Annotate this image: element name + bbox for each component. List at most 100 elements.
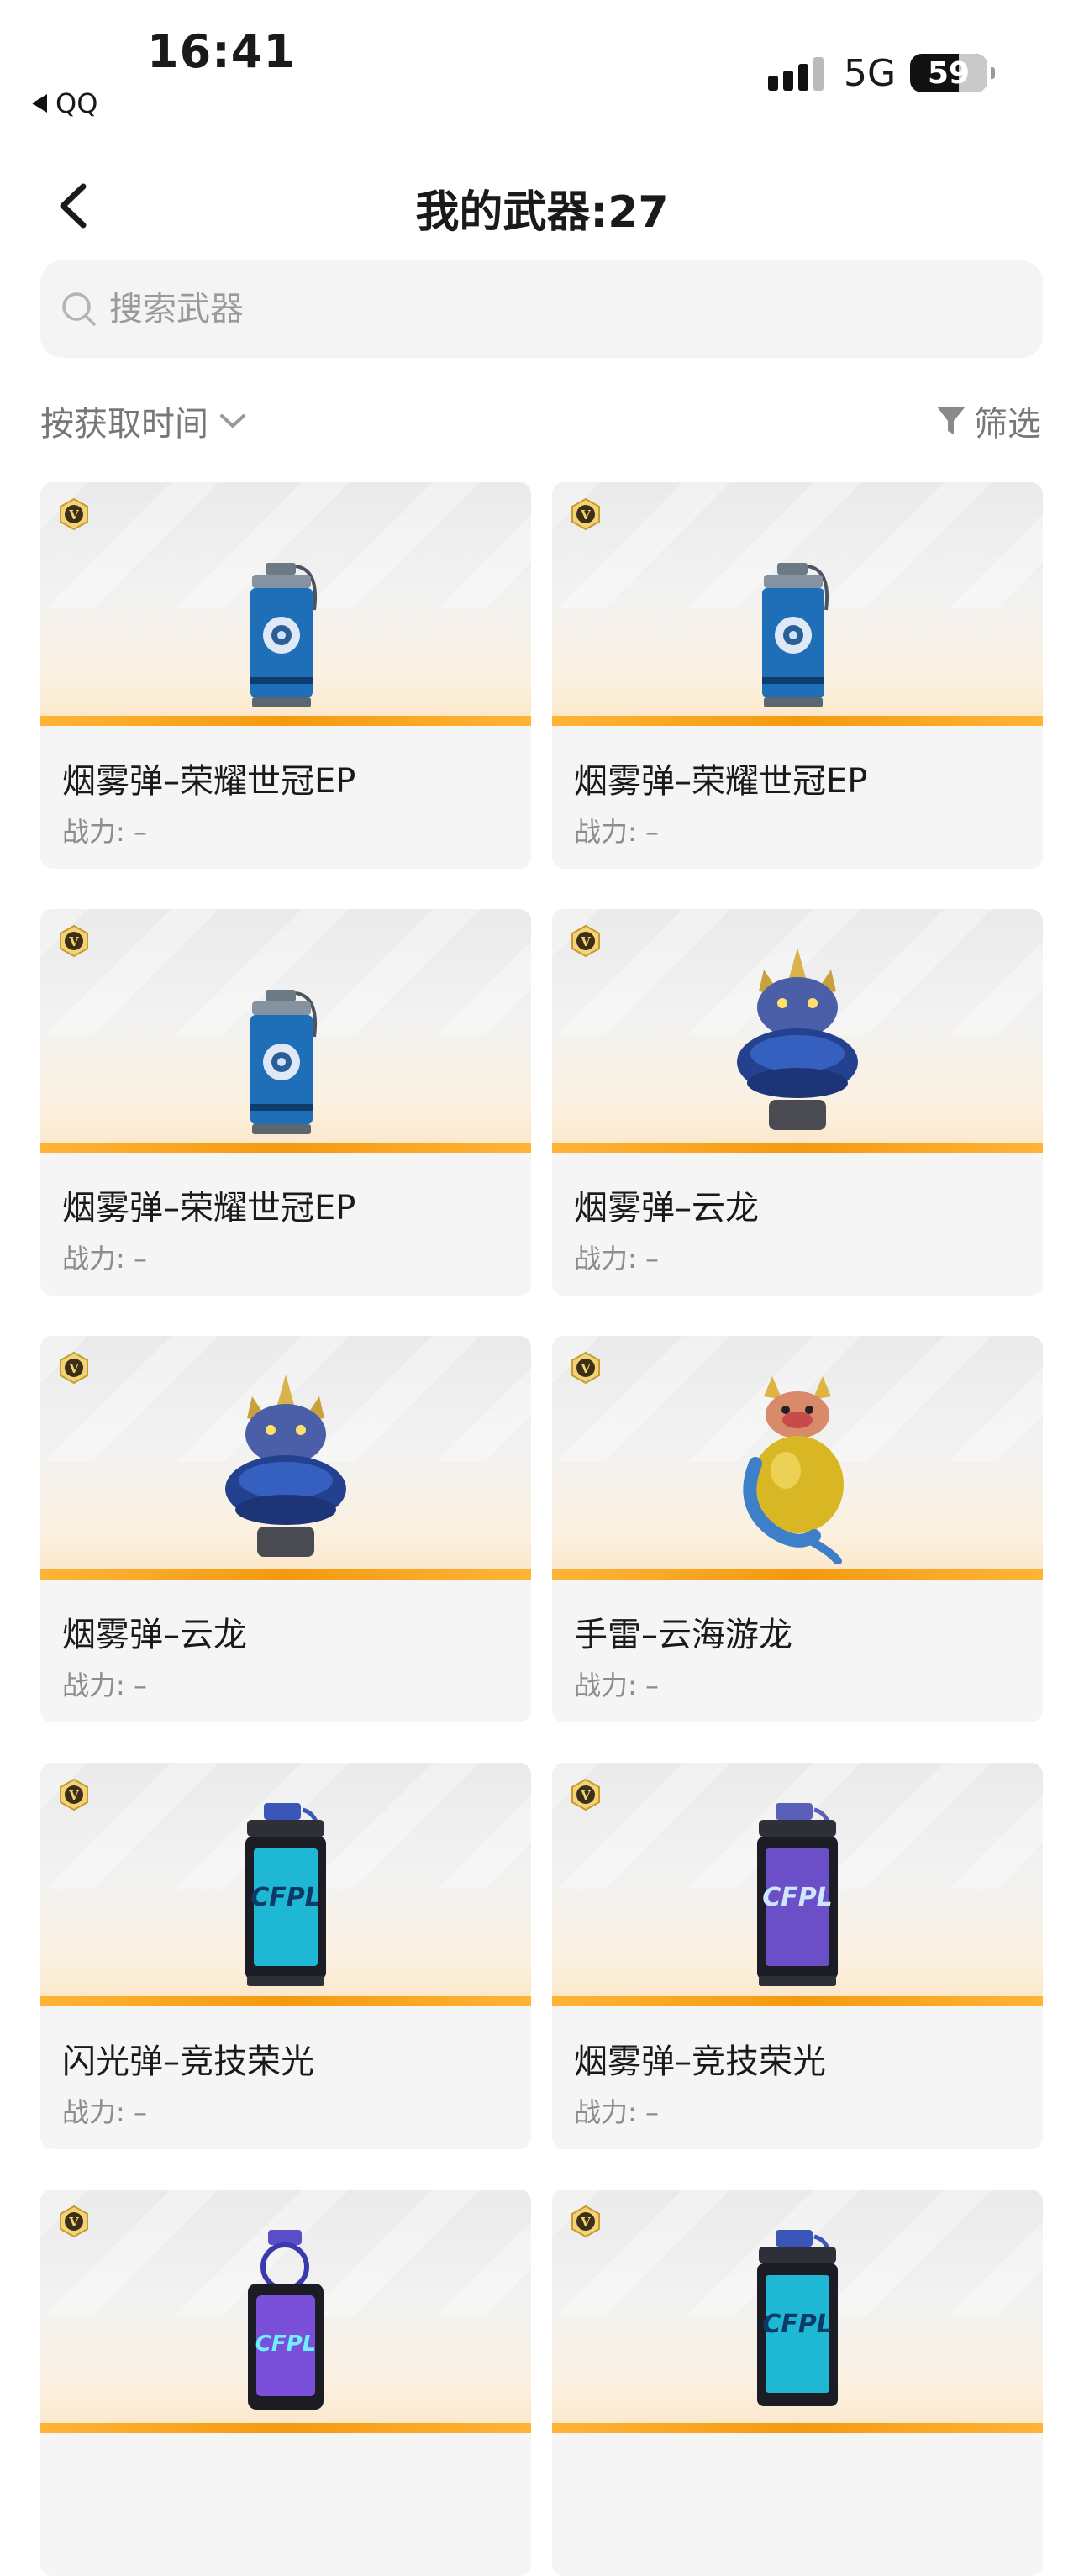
weapon-name: 烟雾弹–荣耀世冠EP xyxy=(62,762,356,801)
weapon-name: 闪光弹–竞技荣光 xyxy=(62,2042,314,2081)
weapon-card[interactable]: V 烟雾弹–荣耀世冠EP 战力: – xyxy=(40,482,531,869)
smoke-grenade-icon: CFPL xyxy=(757,2230,838,2406)
weapon-image-area: V xyxy=(40,1336,531,1580)
smoke-grenade-icon xyxy=(250,990,317,1134)
grenade-icon: CFPL xyxy=(248,2230,324,2410)
vip-badge-icon: V xyxy=(571,497,600,531)
weapon-name: 烟雾弹–荣耀世冠EP xyxy=(62,1189,356,1228)
weapon-power: 战力: – xyxy=(62,1243,147,1275)
weapon-card[interactable]: V 烟雾弹–云龙 战力: – xyxy=(40,1336,531,1722)
weapon-image-area: V CFPL xyxy=(40,2190,531,2433)
rarity-bar xyxy=(552,1996,1043,2006)
rarity-bar xyxy=(552,1569,1043,1580)
svg-text:V: V xyxy=(580,1361,591,1376)
filter-button[interactable]: 筛选 xyxy=(935,397,1041,445)
svg-text:V: V xyxy=(580,934,591,949)
smoke-grenade-icon: CFPL xyxy=(757,1803,838,1986)
back-app-label: QQ xyxy=(55,87,98,119)
network-label: 5G xyxy=(844,52,897,95)
weapon-name: 烟雾弹–云龙 xyxy=(62,1616,247,1654)
svg-text:V: V xyxy=(68,1788,79,1803)
filter-label: 筛选 xyxy=(974,405,1041,444)
back-to-app-link[interactable]: QQ xyxy=(32,87,97,119)
smoke-grenade-icon xyxy=(250,563,317,707)
search-icon xyxy=(62,292,96,326)
rarity-bar xyxy=(40,1569,531,1580)
vip-badge-icon: V xyxy=(571,1778,600,1811)
weapon-image-area: V xyxy=(40,482,531,726)
search-input[interactable] xyxy=(109,290,866,329)
smoke-grenade-icon xyxy=(762,563,829,707)
filter-icon xyxy=(937,407,966,434)
weapon-power: 战力: – xyxy=(574,816,659,848)
vip-badge-icon: V xyxy=(60,1351,88,1385)
rarity-bar xyxy=(40,1996,531,2006)
svg-text:V: V xyxy=(68,2215,79,2230)
vip-badge-icon: V xyxy=(60,924,88,958)
battery-percent: 59 xyxy=(927,55,971,91)
back-triangle-icon xyxy=(32,94,47,113)
rarity-bar xyxy=(552,2423,1043,2433)
weapon-card[interactable]: V CFPL 烟雾弹–竞技荣光 战力: – xyxy=(552,1763,1043,2149)
weapon-grid: V 烟雾弹–荣耀世冠EP 战力: – V 烟雾弹–荣耀世冠EP 战力: – V … xyxy=(40,482,1043,2576)
rarity-bar xyxy=(552,1143,1043,1153)
vip-badge-icon: V xyxy=(571,2205,600,2238)
status-bar: 16:41 QQ 5G 59 xyxy=(0,0,1084,126)
svg-text:V: V xyxy=(68,934,79,949)
weapon-name: 烟雾弹–竞技荣光 xyxy=(574,2042,826,2081)
svg-text:CFPL: CFPL xyxy=(762,1883,833,1912)
weapon-image-area: V xyxy=(40,909,531,1153)
sort-label: 按获取时间 xyxy=(40,405,208,444)
weapon-power: 战力: – xyxy=(62,816,147,848)
svg-text:CFPL: CFPL xyxy=(762,2310,833,2339)
weapon-card[interactable]: V 烟雾弹–荣耀世冠EP 战力: – xyxy=(40,909,531,1296)
search-bar[interactable] xyxy=(40,260,1043,358)
weapon-image-area: V CFPL xyxy=(552,2190,1043,2433)
vip-badge-icon: V xyxy=(60,1778,88,1811)
gold-dragon-icon xyxy=(743,1376,844,1564)
weapon-card[interactable]: V CFPL 闪光弹–竞技荣光 战力: – xyxy=(40,1763,531,2149)
weapon-power: 战力: – xyxy=(574,2096,659,2128)
weapon-name: 烟雾弹–云龙 xyxy=(574,1189,759,1228)
weapon-card[interactable]: V CFPL xyxy=(552,2190,1043,2576)
weapon-image-area: V xyxy=(552,1336,1043,1580)
svg-text:V: V xyxy=(68,1361,79,1376)
weapon-power: 战力: – xyxy=(574,1669,659,1701)
svg-text:CFPL: CFPL xyxy=(255,2332,316,2357)
svg-text:V: V xyxy=(68,507,79,523)
rarity-bar xyxy=(40,1143,531,1153)
svg-text:V: V xyxy=(580,1788,591,1803)
weapon-power: 战力: – xyxy=(574,1243,659,1275)
chevron-down-icon xyxy=(220,414,245,428)
weapon-card[interactable]: V 烟雾弹–荣耀世冠EP 战力: – xyxy=(552,482,1043,869)
weapon-image-area: V xyxy=(552,482,1043,726)
page-title: 我的武器:27 xyxy=(415,187,669,238)
flashbang-icon: CFPL xyxy=(245,1803,326,1986)
vip-badge-icon: V xyxy=(60,2205,88,2238)
cellular-signal-icon xyxy=(768,57,827,91)
vip-badge-icon: V xyxy=(60,497,88,531)
weapon-power: 战力: – xyxy=(62,2096,147,2128)
weapon-name: 烟雾弹–荣耀世冠EP xyxy=(574,762,868,801)
dragon-icon xyxy=(737,948,858,1130)
weapon-power: 战力: – xyxy=(62,1669,147,1701)
weapon-card[interactable]: V CFPL xyxy=(40,2190,531,2576)
svg-text:V: V xyxy=(580,507,591,523)
header: 我的武器:27 xyxy=(0,160,1084,252)
weapon-image-area: V xyxy=(552,909,1043,1153)
vip-badge-icon: V xyxy=(571,1351,600,1385)
weapon-image-area: V CFPL xyxy=(40,1763,531,2006)
vip-badge-icon: V xyxy=(571,924,600,958)
weapon-image-area: V CFPL xyxy=(552,1763,1043,2006)
rarity-bar xyxy=(40,716,531,726)
status-time: 16:41 xyxy=(147,25,296,78)
svg-text:CFPL: CFPL xyxy=(250,1883,321,1912)
rarity-bar xyxy=(40,2423,531,2433)
sort-dropdown[interactable]: 按获取时间 xyxy=(40,397,247,445)
weapon-name: 手雷–云海游龙 xyxy=(574,1616,792,1654)
weapon-card[interactable]: V 手雷–云海游龙 战力: – xyxy=(552,1336,1043,1722)
svg-text:V: V xyxy=(580,2215,591,2230)
weapon-card[interactable]: V 烟雾弹–云龙 战力: – xyxy=(552,909,1043,1296)
battery-icon: 59 xyxy=(910,54,995,92)
dragon-icon xyxy=(225,1375,346,1557)
